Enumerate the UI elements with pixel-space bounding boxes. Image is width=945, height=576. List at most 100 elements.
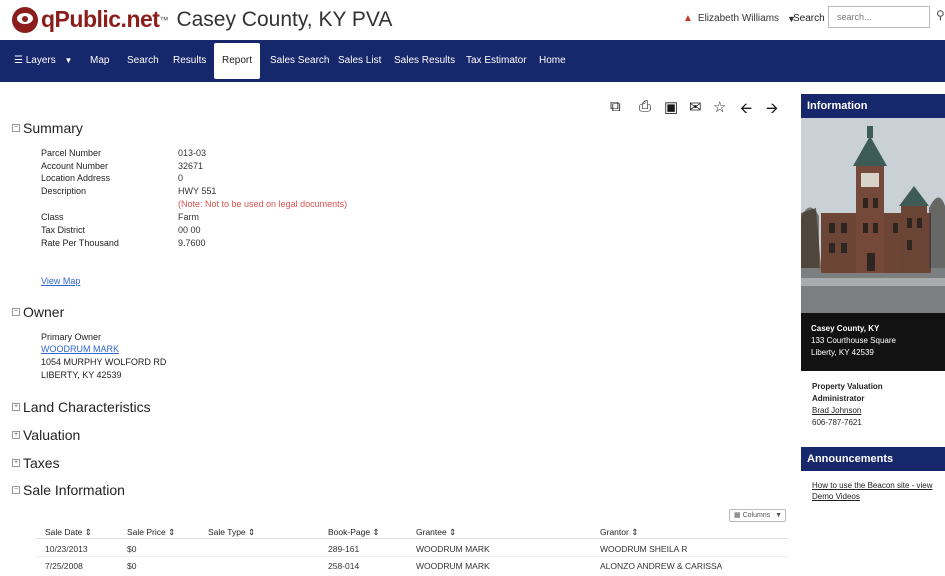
table-cell: $0: [127, 544, 137, 554]
pva-name-link[interactable]: Brad Johnson: [812, 406, 861, 415]
announcement-link-cont[interactable]: Demo Videos: [812, 492, 860, 501]
chevron-down-icon: ▼: [64, 56, 73, 65]
field-value: 0: [178, 173, 184, 183]
collapse-icon: −: [12, 486, 20, 494]
field-value: 00 00: [178, 225, 201, 235]
nav-results[interactable]: Results: [173, 40, 206, 82]
chevron-down-icon: ▼: [775, 512, 783, 519]
table-cell: 10/23/2013: [45, 544, 88, 554]
section-valuation[interactable]: + Valuation: [12, 427, 80, 443]
column-header-sale-price[interactable]: Sale Price ⇕: [127, 527, 175, 538]
courthouse-caption: Casey County, KY 133 Courthouse Square L…: [801, 313, 945, 371]
nav-sales-search[interactable]: Sales Search: [270, 40, 329, 82]
arrow-right-icon[interactable]: 🡪: [766, 98, 778, 123]
mail-icon[interactable]: ✉: [689, 98, 702, 116]
star-icon[interactable]: ☆: [713, 98, 726, 116]
column-header-sale-type[interactable]: Sale Type ⇕: [208, 527, 255, 538]
sort-icon: ⇕: [631, 527, 639, 537]
owner-address-line2: LIBERTY, KY 42539: [41, 370, 122, 380]
table-cell: ALONZO ANDREW & CARISSA: [600, 561, 723, 571]
arrow-left-icon[interactable]: 🡨: [740, 98, 752, 123]
expand-icon: +: [12, 459, 20, 467]
share-icon[interactable]: ⧉: [610, 98, 621, 115]
county-title: Casey County, KY PVA: [176, 7, 393, 31]
section-taxes[interactable]: + Taxes: [12, 455, 60, 471]
sort-icon: ⇕: [372, 527, 380, 537]
column-header-sale-date[interactable]: Sale Date ⇕: [45, 527, 92, 538]
search-label: Search: [793, 13, 825, 24]
primary-owner-label: Primary Owner: [41, 332, 102, 342]
information-header: Information: [801, 94, 945, 118]
table-cell: 7/25/2008: [45, 561, 83, 571]
nav-map[interactable]: Map: [90, 40, 109, 82]
column-header-grantee[interactable]: Grantee ⇕: [416, 527, 456, 538]
announcements-header: Announcements: [801, 447, 945, 471]
field-value: Farm: [178, 212, 199, 222]
caption-city: Liberty, KY 42539: [811, 348, 874, 357]
section-sale-information[interactable]: − Sale Information: [12, 482, 125, 498]
legal-note: (Note: Not to be used on legal documents…: [178, 199, 348, 209]
view-map-link[interactable]: View Map: [41, 276, 80, 286]
table-cell: 289-161: [328, 544, 360, 554]
user-name: Elizabeth Williams: [697, 13, 780, 24]
columns-button[interactable]: ▦ Columns ▼: [729, 509, 786, 522]
owner-name-link[interactable]: WOODRUM MARK: [41, 344, 119, 354]
field-value: HWY 551: [178, 186, 217, 196]
section-land-characteristics[interactable]: + Land Characteristics: [12, 399, 151, 415]
field-label: Description: [41, 186, 87, 196]
caption-street: 133 Courthouse Square: [811, 336, 896, 345]
sort-icon: ⇕: [84, 527, 92, 537]
column-header-grantor[interactable]: Grantor ⇕: [600, 527, 638, 538]
field-label: Tax District: [41, 225, 86, 235]
table-row-divider: [36, 556, 788, 557]
courthouse-image: [801, 118, 945, 313]
user-menu[interactable]: ▲ Elizabeth Williams ▼: [683, 13, 796, 24]
brand-name: qPublic.net: [41, 6, 160, 32]
table-cell: WOODRUM MARK: [416, 544, 490, 554]
courthouse-photo: [801, 118, 945, 313]
qpublic-logo[interactable]: qPublic.net ™ Casey County, KY PVA: [12, 6, 392, 33]
image-icon[interactable]: ▣: [664, 98, 678, 116]
print-icon[interactable]: ⎙: [639, 98, 651, 115]
sort-icon: ⇕: [248, 527, 256, 537]
sort-icon: ⇕: [449, 527, 457, 537]
field-label: Account Number: [41, 161, 109, 171]
field-value: 32671: [178, 161, 204, 171]
columns-icon: ▦: [734, 512, 741, 519]
collapse-icon: −: [12, 124, 20, 132]
top-header: qPublic.net ™ Casey County, KY PVA ▲ Eli…: [0, 0, 945, 40]
expand-icon: +: [12, 431, 20, 439]
field-value: 9.7600: [178, 238, 206, 248]
pva-title-line1: Property Valuation: [812, 382, 883, 391]
pva-title-line2: Administrator: [812, 394, 865, 403]
section-owner[interactable]: − Owner: [12, 304, 64, 320]
sort-icon: ⇕: [168, 527, 176, 537]
trademark: ™: [159, 14, 169, 25]
eye-logo-icon: [12, 6, 38, 33]
nav-sales-list[interactable]: Sales List: [338, 40, 381, 82]
table-cell: WOODRUM SHEILA R: [600, 544, 688, 554]
announcement-link[interactable]: How to use the Beacon site - view: [812, 481, 933, 490]
field-label: Parcel Number: [41, 148, 102, 158]
nav-home[interactable]: Home: [539, 40, 566, 82]
nav-layers[interactable]: ☰ Layers ▼: [14, 40, 72, 82]
nav-report[interactable]: Report: [214, 43, 261, 79]
collapse-icon: −: [12, 308, 20, 316]
main-nav: ☰ Layers ▼ Map Search Results Report Sal…: [0, 40, 945, 82]
search-input[interactable]: [828, 6, 930, 28]
nav-tax-estimator[interactable]: Tax Estimator: [466, 40, 527, 82]
field-label: Rate Per Thousand: [41, 238, 119, 248]
nav-search[interactable]: Search: [127, 40, 159, 82]
section-summary[interactable]: − Summary: [12, 120, 83, 136]
search-icon[interactable]: ⚲: [936, 8, 945, 22]
table-header-divider: [36, 538, 788, 539]
nav-sales-results[interactable]: Sales Results: [394, 40, 455, 82]
pva-phone: 606-787-7621: [812, 418, 862, 427]
table-cell: 258-014: [328, 561, 360, 571]
field-label: Location Address: [41, 173, 111, 183]
field-label: Class: [41, 212, 64, 222]
expand-icon: +: [12, 403, 20, 411]
owner-address-line1: 1054 MURPHY WOLFORD RD: [41, 357, 167, 367]
layers-icon: ☰: [14, 55, 23, 66]
column-header-book-page[interactable]: Book-Page ⇕: [328, 527, 380, 538]
